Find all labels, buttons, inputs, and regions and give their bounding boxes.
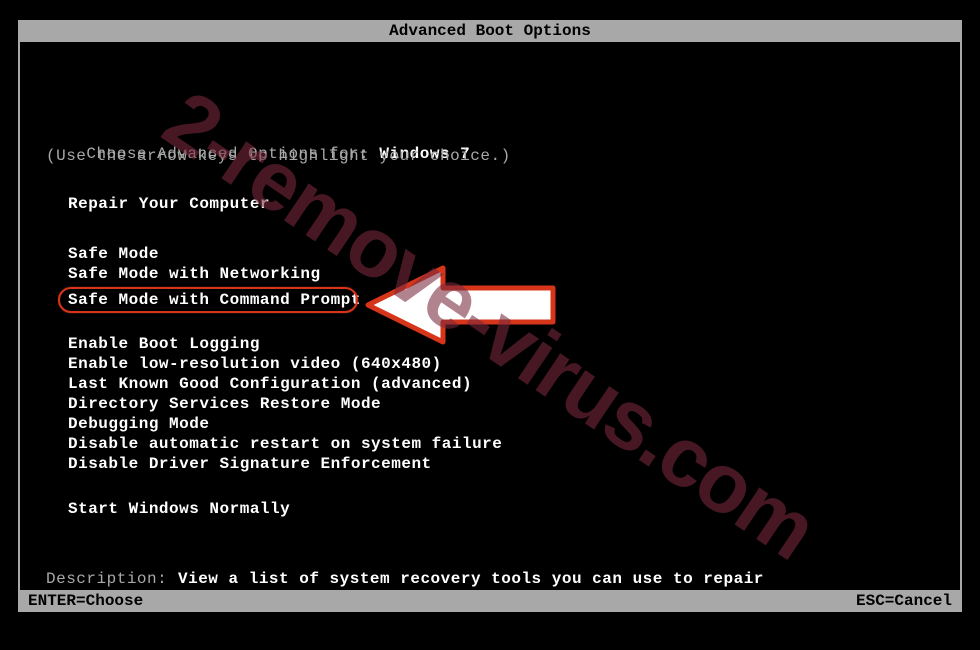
content-area: Choose Advanced Options for: Windows 7 (… [18,42,962,590]
option-safe-mode-networking[interactable]: Safe Mode with Networking [68,265,321,283]
option-repair-your-computer[interactable]: Repair Your Computer [68,195,270,213]
option-start-windows-normally[interactable]: Start Windows Normally [68,500,290,518]
option-directory-services-restore[interactable]: Directory Services Restore Mode [68,395,381,413]
option-disable-driver-signature[interactable]: Disable Driver Signature Enforcement [68,455,432,473]
footer-esc-hint: ESC=Cancel [856,590,952,612]
option-low-resolution-video[interactable]: Enable low-resolution video (640x480) [68,355,442,373]
option-disable-auto-restart[interactable]: Disable automatic restart on system fail… [68,435,502,453]
description-label: Description: [46,570,167,588]
option-safe-mode[interactable]: Safe Mode [68,245,159,263]
option-debugging-mode[interactable]: Debugging Mode [68,415,209,433]
footer-bar: ENTER=Choose ESC=Cancel [18,590,962,612]
option-enable-boot-logging[interactable]: Enable Boot Logging [68,335,260,353]
option-last-known-good-config[interactable]: Last Known Good Configuration (advanced) [68,375,472,393]
selection-highlight [58,287,358,313]
arrow-indicator-icon [358,260,558,350]
hint-line: (Use the arrow keys to highlight your ch… [46,147,511,165]
footer-enter-hint: ENTER=Choose [28,590,143,612]
description-line-1: View a list of system recovery tools you… [178,570,764,588]
